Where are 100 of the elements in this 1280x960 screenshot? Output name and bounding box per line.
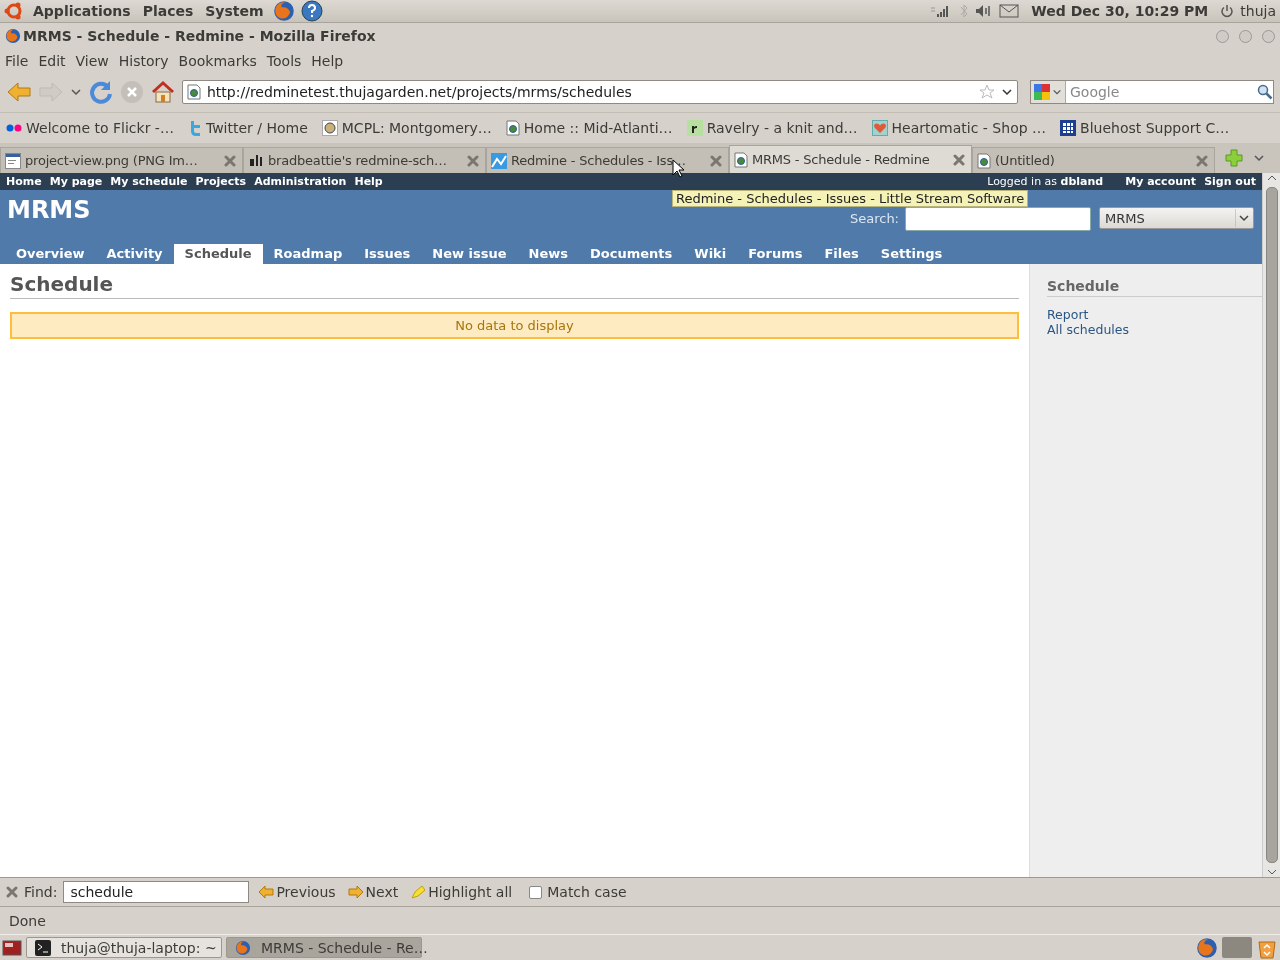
back-arrow-icon[interactable]: [6, 80, 32, 104]
stop-icon[interactable]: [120, 80, 144, 104]
top-menu-link[interactable]: My schedule: [110, 175, 188, 188]
minimize-button[interactable]: [1216, 29, 1229, 43]
home-icon[interactable]: [150, 80, 176, 104]
tab-close-icon[interactable]: [1196, 154, 1208, 167]
panel-menu[interactable]: Applications: [30, 3, 134, 19]
menu-item[interactable]: Help: [306, 52, 349, 69]
project-tab[interactable]: Settings: [869, 244, 954, 264]
envelope-icon[interactable]: [999, 4, 1020, 18]
menu-item[interactable]: History: [113, 52, 174, 69]
project-tab[interactable]: Documents: [579, 244, 684, 264]
tab-close-icon[interactable]: [953, 153, 965, 166]
search-field[interactable]: [905, 207, 1091, 231]
page-icon: [505, 120, 520, 136]
star-icon[interactable]: [979, 84, 995, 100]
bluetooth-icon[interactable]: [959, 3, 970, 19]
bookmark[interactable]: Twitter / Home: [187, 120, 308, 136]
project-tab[interactable]: New issue: [421, 244, 518, 264]
find-label: Find:: [24, 884, 58, 900]
find-button[interactable]: Highlight all: [407, 884, 516, 900]
browser-tab[interactable]: MRMS - Schedule - Redmine: [729, 145, 972, 173]
browser-tab[interactable]: project-view.png (PNG Im…: [0, 147, 243, 173]
bookmark[interactable]: MCPL: Montgomery…: [321, 120, 492, 136]
project-tab[interactable]: Activity: [95, 244, 174, 264]
browser-launcher-icon: [272, 0, 295, 22]
tab-close-icon[interactable]: [467, 154, 479, 167]
project-tab[interactable]: Issues: [353, 244, 422, 264]
search-field[interactable]: Google: [1030, 80, 1274, 104]
project-select[interactable]: MRMS: [1099, 207, 1254, 229]
sidebar-link[interactable]: Report: [1047, 307, 1262, 322]
scrollbar[interactable]: [1262, 173, 1280, 877]
menu-item[interactable]: Tools: [261, 52, 307, 69]
project-tab[interactable]: Files: [813, 244, 870, 264]
desktop-icon[interactable]: [2, 938, 22, 957]
menu-item[interactable]: Bookmarks: [173, 52, 262, 69]
top-menu-link[interactable]: Home: [6, 175, 42, 188]
maximize-button[interactable]: [1239, 29, 1252, 43]
address-bar[interactable]: http://redminetest.thujagarden.net/projects/mrms/schedules: [182, 80, 1018, 104]
menu-item[interactable]: File: [0, 52, 34, 69]
bookmark[interactable]: Heartomatic - Shop …: [871, 120, 1047, 136]
highlighter-icon: [410, 884, 427, 900]
tooltip: Redmine - Schedules - Issues - Little Stream Software: [672, 190, 1029, 207]
account-link[interactable]: My account: [1125, 175, 1197, 188]
workspace-switcher[interactable]: [1222, 937, 1252, 958]
find-button[interactable]: Previous: [255, 884, 339, 900]
project-tab[interactable]: Roadmap: [262, 244, 354, 264]
menu-item[interactable]: View: [70, 52, 114, 69]
right-arrow-icon: [347, 885, 364, 899]
panel-menu[interactable]: Places: [139, 3, 197, 19]
heart-icon: [871, 120, 888, 136]
caret-icon[interactable]: [1001, 86, 1013, 98]
scroll-up-icon[interactable]: [1266, 173, 1277, 183]
sidebar-link[interactable]: All schedules: [1047, 322, 1262, 337]
left-arrow-icon: [258, 885, 275, 899]
browser-tab[interactable]: (Untitled): [972, 147, 1215, 173]
bookmark[interactable]: Welcome to Flickr -…: [6, 120, 174, 136]
panel-menu[interactable]: System: [202, 3, 267, 19]
project-tab[interactable]: News: [517, 244, 580, 264]
site-icon: [187, 84, 201, 100]
tab-close-icon[interactable]: [224, 154, 236, 167]
project-tab[interactable]: Schedule: [173, 244, 263, 264]
tab-close-icon[interactable]: [710, 154, 722, 167]
clock[interactable]: Wed Dec 30, 10:29 PM: [1031, 3, 1209, 19]
engine-logo-icon[interactable]: [1034, 84, 1050, 100]
find-field[interactable]: schedule: [63, 881, 250, 903]
bookmark[interactable]: Ravelry - a knit and…: [686, 120, 858, 136]
taskbar-button[interactable]: thuja@thuja-laptop: ~: [26, 937, 222, 958]
match-case-checkbox[interactable]: Match case: [529, 884, 627, 900]
power-icon[interactable]: [1220, 4, 1235, 18]
bookmark[interactable]: Home :: Mid-Atlanti…: [505, 120, 673, 136]
browser-tab[interactable]: bradbeattie's redmine-sch…: [243, 147, 486, 173]
top-menu-link[interactable]: Help: [354, 175, 383, 188]
close-button[interactable]: [1262, 29, 1275, 43]
find-button[interactable]: Next: [344, 884, 402, 900]
chart-icon: [491, 152, 507, 169]
account-link[interactable]: Sign out: [1204, 175, 1256, 188]
image-thumbnail-icon: [5, 152, 21, 169]
close-icon[interactable]: [6, 886, 18, 898]
page-icon: [734, 151, 748, 168]
menu-item[interactable]: Edit: [33, 52, 71, 69]
reload-icon[interactable]: [88, 79, 114, 105]
search-icon[interactable]: [1257, 84, 1273, 100]
plus-icon[interactable]: [1225, 149, 1243, 167]
notice-message: No data to display: [10, 312, 1019, 339]
project-tab[interactable]: Wiki: [683, 244, 738, 264]
project-tab[interactable]: Forums: [737, 244, 814, 264]
top-menu-link[interactable]: Projects: [195, 175, 247, 188]
browser-tab[interactable]: Redmine - Schedules - Iss…: [486, 147, 729, 173]
logo-icon[interactable]: [4, 1, 24, 21]
bookmark[interactable]: Bluehost Support C…: [1060, 120, 1230, 136]
user-name[interactable]: thuja: [1240, 3, 1276, 19]
top-menu-link[interactable]: My page: [49, 175, 103, 188]
scroll-down-icon[interactable]: [1266, 867, 1277, 877]
browser-icon: [5, 28, 21, 44]
help-icon[interactable]: [300, 0, 323, 22]
project-tab[interactable]: Overview: [5, 244, 96, 264]
top-menu-link[interactable]: Administration: [254, 175, 347, 188]
status-text: Done: [9, 912, 46, 929]
seal-icon: [321, 120, 338, 136]
